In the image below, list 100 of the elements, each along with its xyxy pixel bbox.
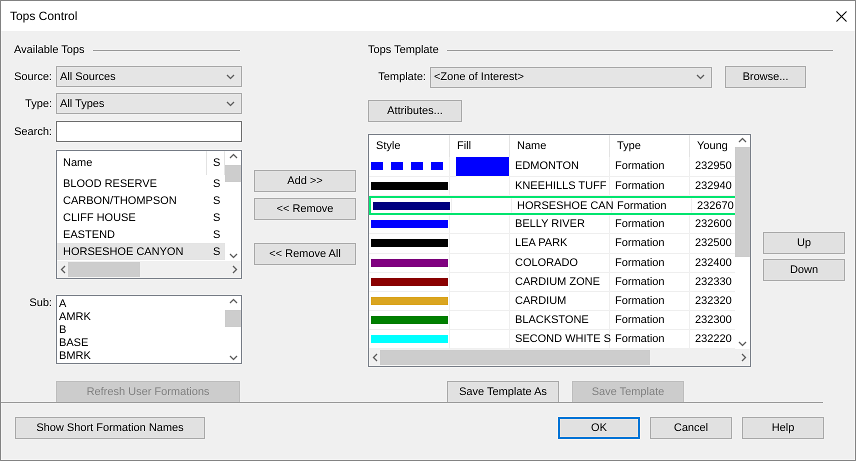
horizontal-scrollbar[interactable] — [57, 261, 241, 278]
dropdown-value: All Types — [60, 98, 104, 110]
table-cell: HORSESHOE CAN — [512, 198, 612, 214]
table-cell: Formation — [610, 272, 690, 291]
scrollbar-thumb[interactable] — [380, 350, 650, 365]
table-row[interactable]: HORSESHOE CAN Formation 232670 — [369, 196, 735, 216]
dropdown[interactable]: <Zone of Interest> — [430, 66, 712, 88]
dialog-button[interactable]: Help — [742, 417, 824, 439]
column-header[interactable]: Type — [610, 135, 690, 157]
vertical-scrollbar[interactable] — [735, 135, 750, 349]
scrollbar-thumb[interactable] — [225, 165, 241, 182]
table-cell: Formation — [610, 234, 690, 252]
list-cell-text: S — [212, 194, 222, 206]
table-cell: Formation — [610, 330, 690, 348]
list-item[interactable]: BASE — [57, 337, 225, 350]
list-cell-text: S — [212, 246, 222, 258]
column-header[interactable]: Style — [369, 135, 450, 157]
table-cell: Formation — [610, 156, 690, 176]
chevron-up-icon[interactable] — [228, 153, 238, 159]
dropdown-value: All Sources — [60, 70, 116, 82]
list-row[interactable]: EASTEND S — [57, 226, 225, 243]
list-cell-text: S — [212, 228, 222, 240]
table-row[interactable]: BELLY RIVER Formation 232600 — [369, 215, 735, 234]
table-row[interactable]: KNEEHILLS TUFF Formation 232940 — [369, 176, 735, 196]
scrollbar-thumb[interactable] — [68, 262, 140, 277]
transfer-button[interactable]: << Remove — [254, 198, 356, 220]
save-template-button[interactable]: Save Template As — [447, 381, 559, 403]
list-row[interactable]: HORSESHOE CANYON S — [57, 243, 225, 260]
table-cell: LEA PARK — [510, 234, 610, 252]
table-row[interactable]: EDMONTON Formation 232950 — [369, 156, 735, 177]
search-field[interactable] — [56, 121, 242, 142]
close-icon[interactable] — [836, 10, 847, 22]
chevron-down-icon[interactable] — [226, 100, 235, 106]
column-header[interactable]: Name — [510, 135, 610, 157]
table-cell: BELLY RIVER — [510, 215, 610, 234]
list-cell-text: EASTEND — [62, 228, 116, 240]
list-row[interactable]: CLIFF HOUSE S — [57, 209, 225, 226]
column-header[interactable]: Name — [57, 151, 207, 175]
list-cell-text: CARBON/THOMPSON — [62, 194, 178, 206]
table-cell: Formation — [610, 310, 690, 329]
horizontal-scrollbar[interactable] — [369, 349, 750, 366]
table-row[interactable]: CARDIUM ZONE Formation 232330 — [369, 272, 735, 292]
table-cell: BLACKSTONE — [510, 310, 610, 329]
list-item[interactable]: A — [57, 298, 225, 311]
table-cell: SECOND WHITE S — [510, 330, 610, 348]
short-names-button[interactable]: Show Short Formation Names — [15, 417, 205, 439]
chevron-down-icon[interactable] — [228, 355, 238, 361]
list-item[interactable]: BMRK — [57, 350, 225, 363]
list-row[interactable]: BLOOD RESERVE S — [57, 175, 225, 192]
chevron-down-icon[interactable] — [738, 341, 747, 347]
list-item[interactable]: AMRK — [57, 311, 225, 324]
list-cell-text: BLOOD RESERVE — [62, 178, 158, 190]
group-heading: Available Tops — [14, 44, 85, 56]
field-label: Search: — [14, 126, 53, 138]
dropdown[interactable]: All Types — [56, 93, 242, 114]
table-row[interactable]: COLORADO Formation 232400 — [369, 254, 735, 273]
dialog-button[interactable]: OK — [558, 417, 640, 439]
table-cell: Formation — [612, 198, 692, 214]
window-title: Tops Control — [10, 9, 78, 23]
transfer-button[interactable]: Add >> — [254, 170, 356, 192]
table-row[interactable]: BLACKSTONE Formation 232300 — [369, 310, 735, 330]
vertical-scrollbar[interactable] — [225, 151, 241, 261]
chevron-down-icon[interactable] — [226, 74, 235, 80]
dialog-button[interactable]: Cancel — [650, 417, 732, 439]
transfer-button[interactable]: << Remove All — [254, 243, 356, 265]
field-label: Type: — [24, 98, 53, 110]
vertical-scrollbar[interactable] — [225, 296, 241, 363]
list-cell-text: S — [212, 178, 222, 190]
chevron-up-icon[interactable] — [228, 298, 238, 304]
list-cell-text: HORSESHOE CANYON — [62, 246, 184, 258]
scrollbar-thumb[interactable] — [735, 147, 750, 257]
chevron-right-icon[interactable] — [741, 353, 747, 362]
field-label: Sub: — [28, 296, 53, 309]
attributes-button[interactable]: Attributes... — [368, 100, 462, 122]
field-label: Source: — [14, 70, 53, 82]
table-row[interactable]: CARDIUM Formation 232320 — [369, 292, 735, 311]
chevron-right-icon[interactable] — [232, 265, 238, 274]
table-cell: COLORADO — [510, 254, 610, 272]
list-item[interactable]: B — [57, 324, 225, 337]
order-button[interactable]: Down — [763, 259, 845, 281]
table-cell: CARDIUM — [510, 292, 610, 310]
list-cell-text: CLIFF HOUSE — [62, 212, 137, 224]
table-cell: Formation — [610, 292, 690, 310]
table-cell: Formation — [610, 215, 690, 234]
chevron-left-icon[interactable] — [372, 353, 378, 362]
scrollbar-thumb[interactable] — [225, 310, 241, 327]
chevron-down-icon[interactable] — [696, 74, 705, 80]
table-cell: Formation — [610, 254, 690, 272]
field-label: Template: — [377, 71, 427, 83]
chevron-down-icon[interactable] — [228, 253, 238, 259]
table-cell: CARDIUM ZONE — [510, 272, 610, 291]
order-button[interactable]: Up — [763, 232, 845, 254]
dropdown[interactable]: All Sources — [56, 66, 242, 87]
browse-button[interactable]: Browse... — [725, 66, 806, 88]
dropdown-value: <Zone of Interest> — [434, 71, 524, 83]
list-cell-text: S — [212, 212, 222, 224]
table-row[interactable]: LEA PARK Formation 232500 — [369, 234, 735, 254]
chevron-left-icon[interactable] — [60, 265, 66, 274]
list-row[interactable]: CARBON/THOMPSON S — [57, 192, 225, 209]
chevron-up-icon[interactable] — [738, 137, 747, 143]
